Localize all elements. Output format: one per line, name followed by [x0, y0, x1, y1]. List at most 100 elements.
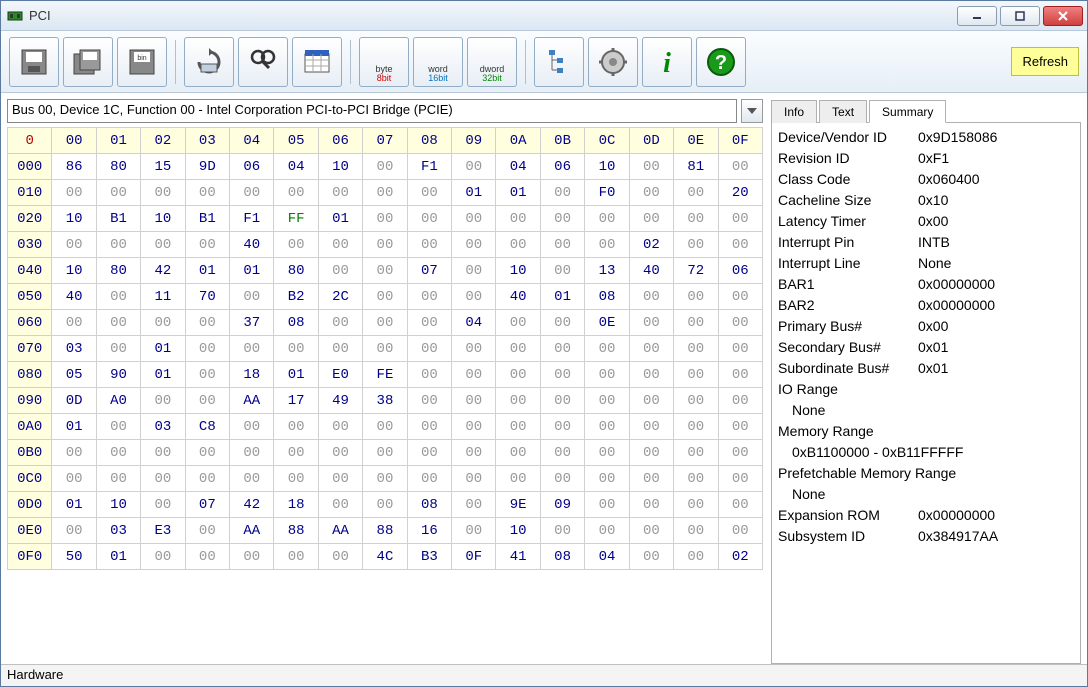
hex-cell[interactable]: 00 [185, 180, 229, 206]
hex-cell[interactable]: 01 [141, 336, 185, 362]
hex-cell[interactable]: 00 [407, 440, 451, 466]
hex-cell[interactable]: 00 [407, 284, 451, 310]
hex-cell[interactable]: 13 [585, 258, 629, 284]
hex-cell[interactable]: 00 [452, 362, 496, 388]
hex-cell[interactable]: 00 [274, 232, 318, 258]
hex-cell[interactable]: 49 [318, 388, 362, 414]
hex-cell[interactable]: 00 [318, 544, 362, 570]
hex-cell[interactable]: FF [274, 206, 318, 232]
hex-cell[interactable]: 00 [363, 466, 407, 492]
hex-cell[interactable]: B2 [274, 284, 318, 310]
hex-cell[interactable]: 00 [318, 232, 362, 258]
hex-cell[interactable]: 07 [185, 492, 229, 518]
hex-cell[interactable]: 00 [540, 388, 584, 414]
hex-cell[interactable]: 00 [674, 544, 718, 570]
hex-cell[interactable]: 00 [452, 336, 496, 362]
hex-cell[interactable]: 10 [496, 258, 540, 284]
hex-cell[interactable]: 0D [52, 388, 96, 414]
hex-cell[interactable]: F1 [230, 206, 274, 232]
save-button[interactable] [9, 37, 59, 87]
hex-cell[interactable]: 0F [452, 544, 496, 570]
hex-cell[interactable]: 00 [718, 284, 763, 310]
hex-cell[interactable]: 00 [407, 206, 451, 232]
hex-cell[interactable]: 00 [96, 180, 140, 206]
hex-cell[interactable]: 00 [674, 492, 718, 518]
hex-cell[interactable]: 40 [52, 284, 96, 310]
tab-text[interactable]: Text [819, 100, 867, 123]
hex-cell[interactable]: 00 [141, 466, 185, 492]
hex-cell[interactable]: 00 [274, 414, 318, 440]
hex-cell[interactable]: 01 [496, 180, 540, 206]
hex-cell[interactable]: AA [230, 388, 274, 414]
hex-cell[interactable]: 00 [674, 284, 718, 310]
hex-cell[interactable]: 00 [496, 388, 540, 414]
hex-cell[interactable]: 00 [718, 310, 763, 336]
hex-cell[interactable]: 00 [407, 362, 451, 388]
hex-cell[interactable]: AA [230, 518, 274, 544]
hex-cell[interactable]: 00 [674, 518, 718, 544]
hex-cell[interactable]: 00 [52, 180, 96, 206]
hex-cell[interactable]: 07 [407, 258, 451, 284]
hex-cell[interactable]: 00 [718, 518, 763, 544]
dword-view-button[interactable]: dword32bit [467, 37, 517, 87]
hex-cell[interactable]: 00 [52, 310, 96, 336]
hex-cell[interactable]: 00 [674, 310, 718, 336]
save-all-button[interactable] [63, 37, 113, 87]
hex-cell[interactable]: 01 [274, 362, 318, 388]
hex-cell[interactable]: 00 [230, 466, 274, 492]
hex-cell[interactable]: 00 [585, 232, 629, 258]
hex-cell[interactable]: 00 [318, 440, 362, 466]
hex-cell[interactable]: 09 [540, 492, 584, 518]
hex-cell[interactable]: 01 [540, 284, 584, 310]
refresh-icon-button[interactable] [184, 37, 234, 87]
hex-cell[interactable]: 06 [718, 258, 763, 284]
hex-cell[interactable]: 00 [540, 232, 584, 258]
hex-cell[interactable]: 00 [585, 466, 629, 492]
hex-cell[interactable]: 00 [230, 440, 274, 466]
hex-cell[interactable]: 01 [96, 544, 140, 570]
hex-cell[interactable]: 80 [96, 258, 140, 284]
hex-cell[interactable]: 10 [496, 518, 540, 544]
hex-cell[interactable]: 00 [185, 362, 229, 388]
hex-cell[interactable]: 00 [141, 310, 185, 336]
hex-cell[interactable]: E0 [318, 362, 362, 388]
hex-cell[interactable]: 00 [407, 180, 451, 206]
hex-cell[interactable]: 00 [540, 518, 584, 544]
hex-cell[interactable]: 00 [185, 518, 229, 544]
hex-cell[interactable]: 00 [318, 180, 362, 206]
hex-cell[interactable]: 00 [96, 414, 140, 440]
hex-cell[interactable]: 90 [96, 362, 140, 388]
hex-cell[interactable]: 00 [52, 466, 96, 492]
hex-cell[interactable]: 00 [318, 466, 362, 492]
hex-cell[interactable]: 00 [96, 466, 140, 492]
hex-cell[interactable]: 00 [452, 440, 496, 466]
hex-cell[interactable]: 38 [363, 388, 407, 414]
hex-cell[interactable]: 00 [585, 388, 629, 414]
hex-cell[interactable]: 00 [540, 258, 584, 284]
hex-cell[interactable]: 02 [629, 232, 673, 258]
hex-cell[interactable]: FE [363, 362, 407, 388]
hex-cell[interactable]: 00 [674, 206, 718, 232]
hex-cell[interactable]: 00 [141, 388, 185, 414]
hex-cell[interactable]: 00 [363, 258, 407, 284]
hex-cell[interactable]: 70 [185, 284, 229, 310]
refresh-button[interactable]: Refresh [1011, 47, 1079, 76]
hex-cell[interactable]: B1 [96, 206, 140, 232]
hex-cell[interactable]: 00 [674, 466, 718, 492]
hex-cell[interactable]: 00 [452, 206, 496, 232]
hex-cell[interactable]: 17 [274, 388, 318, 414]
hex-cell[interactable]: 88 [363, 518, 407, 544]
hex-cell[interactable]: 01 [185, 258, 229, 284]
hex-cell[interactable]: 00 [496, 206, 540, 232]
hex-cell[interactable]: 00 [496, 440, 540, 466]
hex-cell[interactable]: 81 [674, 154, 718, 180]
hex-cell[interactable]: 08 [274, 310, 318, 336]
hex-cell[interactable]: 00 [540, 440, 584, 466]
hex-cell[interactable]: 00 [407, 414, 451, 440]
hex-cell[interactable]: 50 [52, 544, 96, 570]
hex-cell[interactable]: 00 [718, 232, 763, 258]
hex-cell[interactable]: 00 [540, 336, 584, 362]
hex-cell[interactable]: 40 [496, 284, 540, 310]
hex-cell[interactable]: 00 [52, 440, 96, 466]
hex-cell[interactable]: 00 [718, 440, 763, 466]
